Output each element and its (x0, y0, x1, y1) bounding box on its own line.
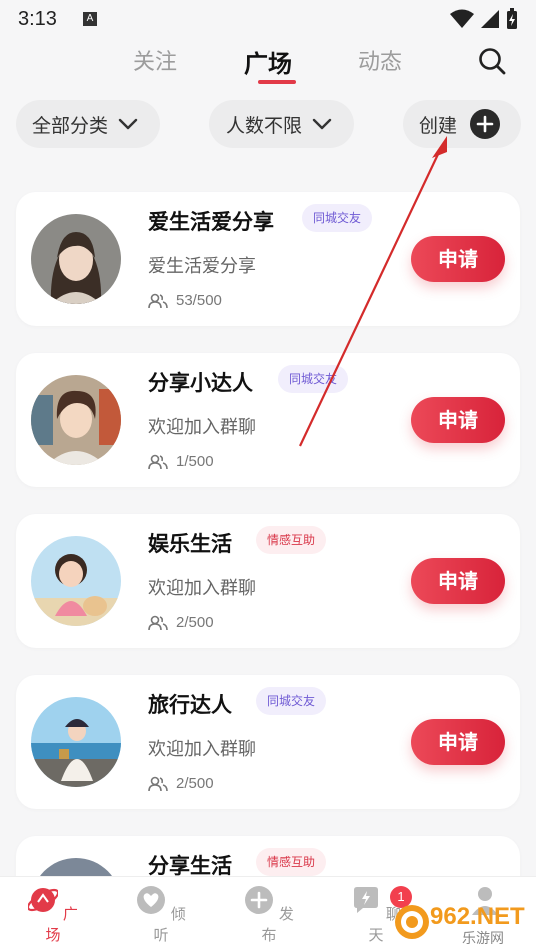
member-count: 1/500 (148, 453, 214, 470)
group-avatar (31, 375, 121, 465)
group-card[interactable]: 旅行达人 同城交友 欢迎加入群聊 2/500 申请 (16, 675, 520, 809)
group-tag: 同城交友 (256, 687, 327, 715)
group-description: 欢迎加入群聊 (148, 739, 256, 760)
group-card[interactable]: 娱乐生活 情感互助 欢迎加入群聊 2/500 申请 (16, 514, 520, 648)
group-name: 爱生活爱分享 (148, 210, 274, 234)
group-description: 爱生活爱分享 (148, 256, 256, 277)
nav-listen[interactable]: 倾听 (131, 885, 191, 945)
member-count-value: 2/500 (176, 614, 214, 631)
member-count: 53/500 (148, 292, 222, 309)
members-icon (148, 615, 168, 630)
member-count-value: 1/500 (176, 453, 214, 470)
group-tag: 同城交友 (278, 365, 349, 393)
members-icon (148, 293, 168, 308)
members-icon (148, 776, 168, 791)
create-label: 创建 (419, 114, 458, 137)
plus-icon (245, 886, 274, 914)
wifi-icon (450, 9, 474, 28)
apply-button[interactable]: 申请 (411, 397, 505, 443)
tab-active-indicator (258, 80, 296, 84)
tab-follow[interactable]: 关注 (133, 44, 177, 76)
group-description: 欢迎加入群聊 (148, 578, 256, 599)
nav-plaza[interactable]: 广场 (23, 885, 83, 945)
members-icon (148, 454, 168, 469)
apply-button[interactable]: 申请 (411, 236, 505, 282)
watermark-sub: 乐游网 (462, 931, 504, 947)
group-tag: 情感互助 (256, 526, 327, 554)
tab-plaza[interactable]: 广场 (244, 44, 292, 79)
watermark-text: 962.NET (430, 903, 525, 930)
status-bar: 3:13 A (0, 0, 536, 38)
notification-icon: A (82, 12, 97, 26)
group-avatar (31, 536, 121, 626)
group-name: 分享小达人 (148, 371, 253, 395)
search-icon[interactable] (477, 46, 507, 76)
apply-button[interactable]: 申请 (411, 719, 505, 765)
site-watermark: 962.NET 乐游网 (395, 903, 525, 947)
signal-icon (481, 10, 499, 28)
category-filter-label: 全部分类 (32, 114, 109, 137)
group-name: 娱乐生活 (148, 532, 232, 556)
chat-icon (354, 887, 379, 913)
nav-publish[interactable]: 发布 (239, 885, 299, 945)
status-time: 3:13 (18, 7, 57, 30)
group-tag: 同城交友 (302, 204, 373, 232)
plaza-icon (26, 888, 60, 912)
group-avatar (31, 214, 121, 304)
status-icons (450, 8, 518, 30)
group-card[interactable]: 分享小达人 同城交友 欢迎加入群聊 1/500 申请 (16, 353, 520, 487)
people-filter-label: 人数不限 (226, 114, 303, 137)
category-filter[interactable]: 全部分类 (16, 100, 160, 148)
member-count: 2/500 (148, 614, 214, 631)
tab-moments[interactable]: 动态 (358, 44, 402, 76)
chevron-down-icon (312, 118, 332, 130)
group-tag: 情感互助 (256, 848, 327, 876)
create-group-button[interactable]: 创建 (403, 100, 521, 148)
member-count: 2/500 (148, 775, 214, 792)
group-name: 旅行达人 (148, 693, 232, 717)
apply-button[interactable]: 申请 (411, 558, 505, 604)
heart-icon (137, 886, 166, 914)
people-filter[interactable]: 人数不限 (209, 100, 354, 148)
battery-icon (507, 8, 517, 29)
group-card[interactable]: 爱生活爱分享 同城交友 爱生活爱分享 53/500 申请 (16, 192, 520, 326)
chevron-down-icon (118, 118, 138, 130)
member-count-value: 2/500 (176, 775, 214, 792)
group-avatar (31, 697, 121, 787)
member-count-value: 53/500 (176, 292, 222, 309)
plus-circle-icon (470, 109, 501, 139)
group-description: 欢迎加入群聊 (148, 417, 256, 438)
